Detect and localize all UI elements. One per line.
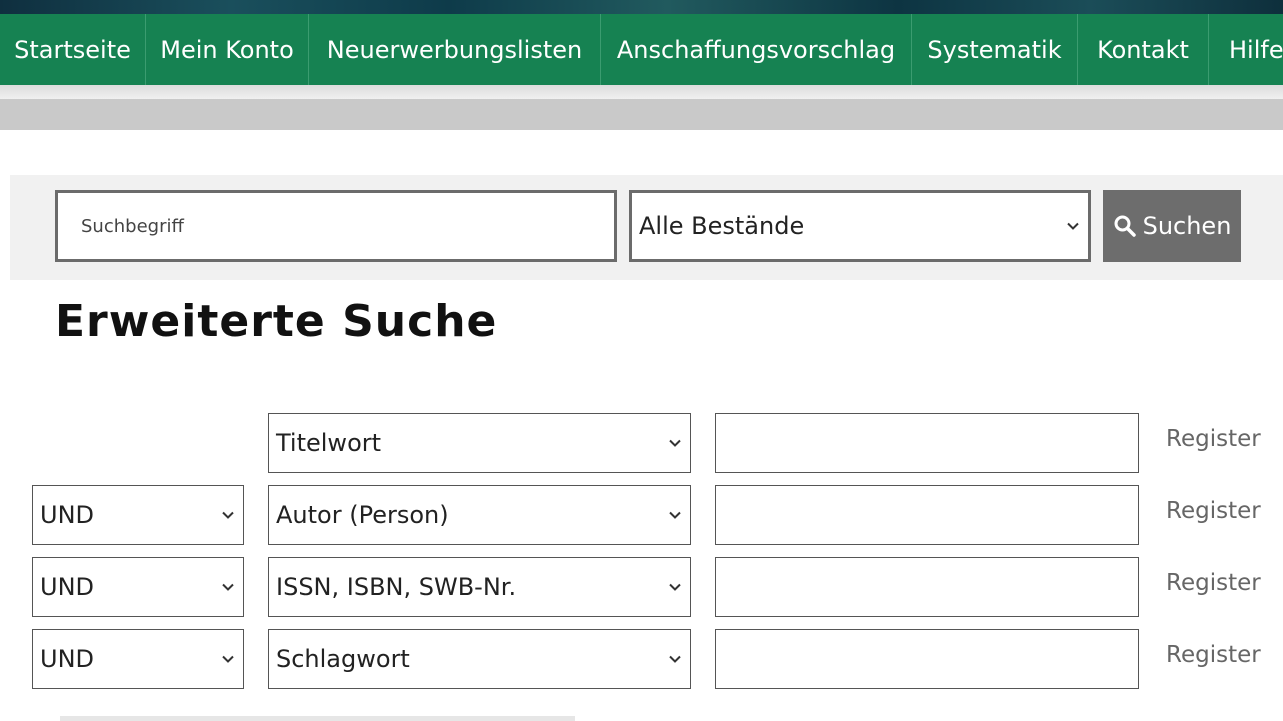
field-select-value: Autor (Person): [276, 501, 449, 529]
scope-select[interactable]: Alle Bestände: [629, 190, 1091, 262]
field-select-value: ISSN, ISBN, SWB-Nr.: [276, 573, 517, 601]
chevron-down-icon: [1067, 222, 1079, 230]
field-select-1[interactable]: Titelwort: [268, 413, 691, 473]
main-navigation: Startseite Mein Konto Neuerwerbungsliste…: [0, 14, 1283, 85]
scope-select-value: Alle Bestände: [639, 212, 805, 240]
chevron-down-icon: [669, 583, 681, 591]
nav-item-hilfe[interactable]: Hilfe: [1209, 14, 1283, 85]
register-link-1[interactable]: Register: [1166, 426, 1261, 452]
search-input[interactable]: [55, 190, 617, 262]
field-select-value: Schlagwort: [276, 645, 410, 673]
search-term-input-3[interactable]: [715, 557, 1139, 617]
nav-item-startseite[interactable]: Startseite: [0, 14, 146, 85]
search-button-label: Suchen: [1142, 212, 1232, 240]
nav-shadow: [0, 85, 1283, 99]
search-term-input-4[interactable]: [715, 629, 1139, 689]
field-select-3[interactable]: ISSN, ISBN, SWB-Nr.: [268, 557, 691, 617]
operator-select-value: UND: [40, 573, 94, 601]
nav-item-mein-konto[interactable]: Mein Konto: [146, 14, 309, 85]
chevron-down-icon: [669, 511, 681, 519]
nav-item-neuerwerbungslisten[interactable]: Neuerwerbungslisten: [309, 14, 601, 85]
register-link-2[interactable]: Register: [1166, 498, 1261, 524]
chevron-down-icon: [669, 439, 681, 447]
register-link-4[interactable]: Register: [1166, 642, 1261, 668]
search-button[interactable]: Suchen: [1103, 190, 1241, 262]
page-title: Erweiterte Suche: [55, 296, 498, 347]
search-term-input-1[interactable]: [715, 413, 1139, 473]
field-select-2[interactable]: Autor (Person): [268, 485, 691, 545]
field-select-4[interactable]: Schlagwort: [268, 629, 691, 689]
operator-select-value: UND: [40, 501, 94, 529]
nav-item-kontakt[interactable]: Kontakt: [1078, 14, 1209, 85]
chevron-down-icon: [669, 655, 681, 663]
operator-select-3[interactable]: UND: [32, 557, 244, 617]
divider: [60, 716, 575, 721]
operator-select-4[interactable]: UND: [32, 629, 244, 689]
nav-item-anschaffungsvorschlag[interactable]: Anschaffungsvorschlag: [601, 14, 912, 85]
header-banner-strip: [0, 0, 1283, 14]
nav-item-systematik[interactable]: Systematik: [912, 14, 1078, 85]
search-term-input-2[interactable]: [715, 485, 1139, 545]
chevron-down-icon: [222, 655, 234, 663]
field-select-value: Titelwort: [276, 429, 382, 457]
chevron-down-icon: [222, 511, 234, 519]
chevron-down-icon: [222, 583, 234, 591]
breadcrumb-bar: [0, 99, 1283, 130]
operator-select-2[interactable]: UND: [32, 485, 244, 545]
operator-select-value: UND: [40, 645, 94, 673]
search-icon: [1114, 215, 1136, 237]
register-link-3[interactable]: Register: [1166, 570, 1261, 596]
